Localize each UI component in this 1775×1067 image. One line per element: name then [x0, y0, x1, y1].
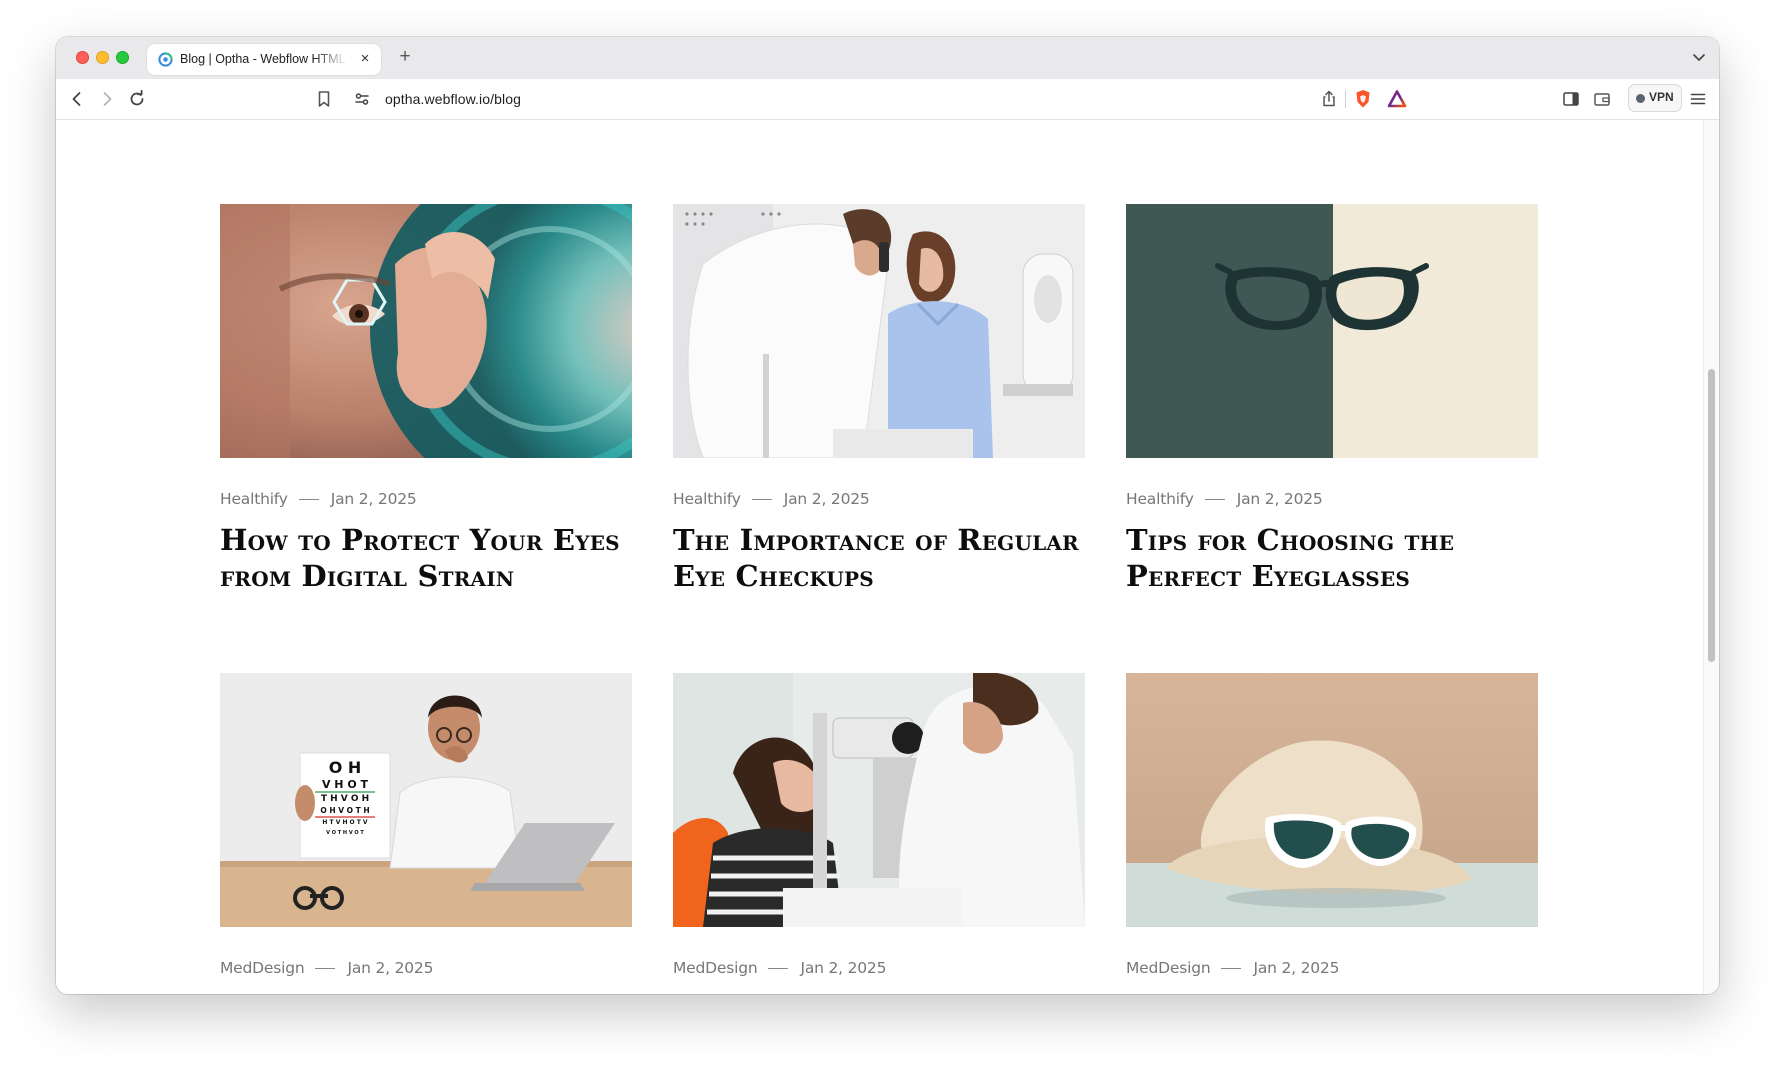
svg-text:V H O T: V H O T — [322, 778, 369, 791]
site-settings-icon[interactable] — [351, 88, 373, 110]
close-window-button[interactable] — [76, 51, 89, 64]
post-meta: Healthify Jan 2, 2025 — [673, 490, 870, 510]
tab-close-icon[interactable]: × — [357, 51, 373, 67]
post-category[interactable]: Healthify — [220, 490, 288, 508]
sidebar-icon[interactable] — [1560, 88, 1582, 110]
meta-separator — [315, 968, 336, 969]
post-date: Jan 2, 2025 — [1253, 959, 1340, 977]
menu-icon[interactable] — [1687, 88, 1709, 110]
post-date: Jan 2, 2025 — [347, 959, 434, 977]
forward-icon[interactable] — [96, 88, 118, 110]
post-meta: MedDesign Jan 2, 2025 — [1126, 959, 1339, 979]
new-tab-button[interactable]: + — [393, 45, 417, 69]
svg-text:O H: O H — [329, 758, 362, 777]
svg-text:O H V O T H: O H V O T H — [320, 806, 369, 815]
vpn-status-icon — [1636, 94, 1645, 103]
back-icon[interactable] — [66, 88, 88, 110]
eye-exam-photo — [673, 204, 1085, 458]
reload-icon[interactable] — [126, 88, 148, 110]
post-date: Jan 2, 2025 — [783, 490, 870, 508]
brave-rewards-icon[interactable] — [1386, 88, 1408, 110]
maximize-window-button[interactable] — [116, 51, 129, 64]
post-image[interactable] — [673, 204, 1085, 458]
share-icon[interactable] — [1318, 88, 1340, 110]
post-image[interactable] — [673, 673, 1085, 927]
meta-separator — [768, 968, 789, 969]
eye-scan-photo — [220, 204, 632, 458]
post-image[interactable]: O H V H O T T H V O H O H V O T H H T V … — [220, 673, 632, 927]
post-meta: Healthify Jan 2, 2025 — [1126, 490, 1323, 510]
page-viewport: Healthify Jan 2, 2025 How to Protect Your… — [56, 120, 1719, 994]
meta-separator — [1204, 499, 1225, 500]
chevron-down-icon[interactable] — [1689, 47, 1709, 67]
post-category[interactable]: MedDesign — [220, 959, 305, 977]
toolbar-divider — [1345, 90, 1346, 108]
post-image[interactable] — [220, 204, 632, 458]
url-text[interactable]: optha.webflow.io/blog — [385, 91, 521, 107]
browser-window: Blog | Optha - Webflow HTML website temp… — [56, 37, 1719, 994]
webflow-favicon-icon — [158, 52, 173, 67]
post-meta: Healthify Jan 2, 2025 — [220, 490, 417, 510]
svg-text:V O T H V O T: V O T H V O T — [326, 830, 364, 836]
tab-blog[interactable]: Blog | Optha - Webflow HTML website temp… — [147, 44, 381, 75]
tab-title: Blog | Optha - Webflow HTML website temp… — [180, 52, 348, 66]
brave-shield-icon[interactable] — [1352, 88, 1374, 110]
post-image[interactable] — [1126, 673, 1538, 927]
minimize-window-button[interactable] — [96, 51, 109, 64]
browser-toolbar: optha.webflow.io/blog VPN — [56, 79, 1719, 120]
post-category[interactable]: Healthify — [1126, 490, 1194, 508]
wallet-icon[interactable] — [1591, 88, 1613, 110]
svg-text:T H V O H: T H V O H — [321, 794, 369, 804]
scrollbar-thumb[interactable] — [1708, 369, 1715, 662]
post-image[interactable] — [1126, 204, 1538, 458]
post-meta: MedDesign Jan 2, 2025 — [673, 959, 886, 979]
svg-text:H T V H O T V: H T V H O T V — [322, 819, 368, 826]
tab-strip: Blog | Optha - Webflow HTML website temp… — [56, 37, 1719, 79]
post-category[interactable]: Healthify — [673, 490, 741, 508]
eyeglasses-photo — [1126, 204, 1538, 458]
post-date: Jan 2, 2025 — [800, 959, 887, 977]
post-title[interactable]: The Importance of Regular Eye Checkups — [673, 522, 1093, 594]
vpn-label: VPN — [1649, 90, 1674, 104]
post-meta: MedDesign Jan 2, 2025 — [220, 959, 433, 979]
meta-separator — [298, 499, 319, 500]
post-date: Jan 2, 2025 — [330, 490, 417, 508]
post-date: Jan 2, 2025 — [1236, 490, 1323, 508]
meta-separator — [1221, 968, 1242, 969]
scrollbar[interactable] — [1703, 120, 1719, 994]
eye-chart-man-photo: O H V H O T T H V O H O H V O T H H T V … — [220, 673, 632, 927]
vpn-button[interactable]: VPN — [1628, 84, 1682, 112]
post-title[interactable]: Tips for Choosing the Perfect Eyeglasses — [1126, 522, 1546, 594]
hat-sunglasses-photo — [1126, 673, 1538, 927]
meta-separator — [751, 499, 772, 500]
slit-lamp-photo — [673, 673, 1085, 927]
bookmark-icon[interactable] — [313, 88, 335, 110]
post-title[interactable]: How to Protect Your Eyes from Digital St… — [220, 522, 640, 594]
post-category[interactable]: MedDesign — [1126, 959, 1211, 977]
desktop: Blog | Optha - Webflow HTML website temp… — [0, 0, 1775, 1067]
post-category[interactable]: MedDesign — [673, 959, 758, 977]
